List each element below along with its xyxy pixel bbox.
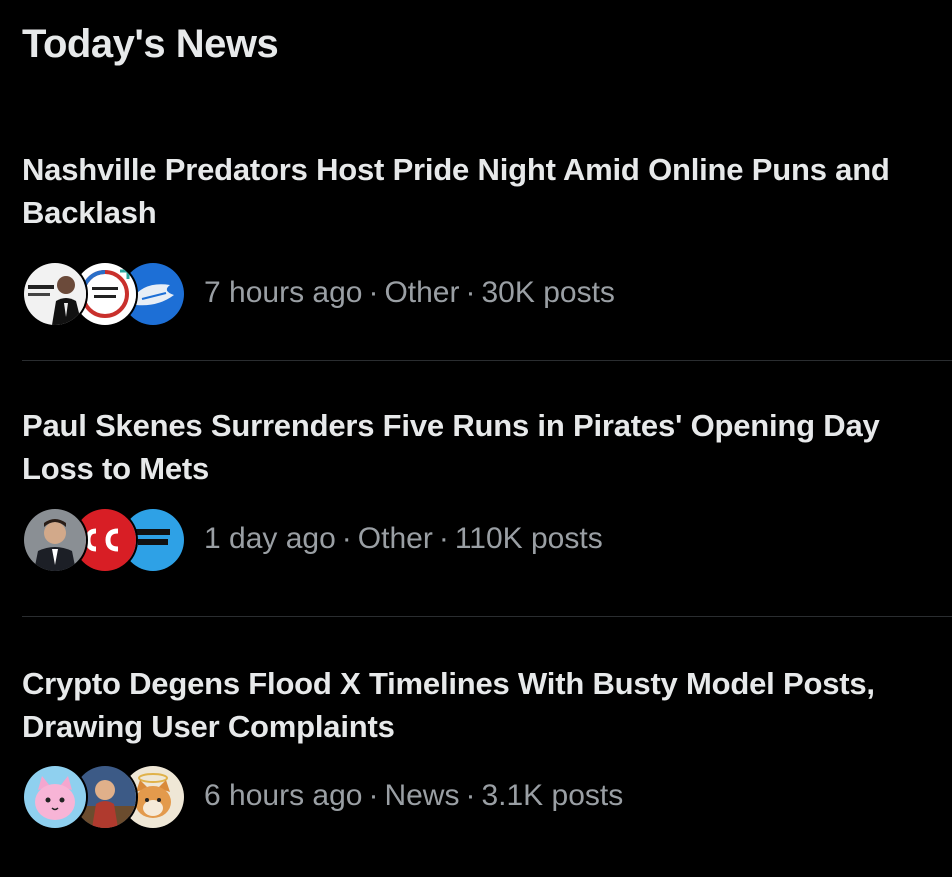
section-title: Today's News [22,22,279,66]
news-post-count: 30K posts [481,276,615,309]
news-item[interactable]: Paul Skenes Surrenders Five Runs in Pira… [0,361,952,616]
news-item[interactable]: Crypto Degens Flood X Timelines With Bus… [0,617,952,877]
news-meta: 7 hours ago · Other · 30K posts [22,258,615,328]
news-headline[interactable]: Nashville Predators Host Pride Night Ami… [22,148,922,234]
news-logo-avatar [22,261,88,327]
news-category: Other [384,276,460,309]
news-post-count: 110K posts [454,522,603,555]
news-time: 1 day ago [204,522,336,555]
avatar-stack [22,506,186,573]
news-item[interactable]: Nashville Predators Host Pride Night Ami… [0,130,952,360]
news-headline[interactable]: Paul Skenes Surrenders Five Runs in Pira… [22,404,922,490]
meta-separator: · [465,779,476,812]
meta-separator: · [341,522,352,555]
news-meta: 1 day ago · Other · 110K posts [22,504,603,574]
news-post-count: 3.1K posts [481,779,624,812]
avatar-stack [22,260,186,327]
news-meta-text: 6 hours ago · News · 3.1K posts [204,779,623,813]
news-meta-text: 1 day ago · Other · 110K posts [204,522,603,556]
meta-separator: · [465,276,476,309]
reporter-avatar [22,507,88,573]
news-meta-text: 7 hours ago · Other · 30K posts [204,276,615,310]
meta-separator: · [368,276,379,309]
news-meta: 6 hours ago · News · 3.1K posts [22,761,623,831]
pink-cat-avatar [22,764,88,830]
meta-separator: · [368,779,379,812]
news-time: 7 hours ago [204,276,363,309]
avatar-stack [22,763,186,830]
news-category: Other [357,522,433,555]
news-category: News [384,779,460,812]
news-time: 6 hours ago [204,779,363,812]
meta-separator: · [438,522,449,555]
news-headline[interactable]: Crypto Degens Flood X Timelines With Bus… [22,662,922,748]
